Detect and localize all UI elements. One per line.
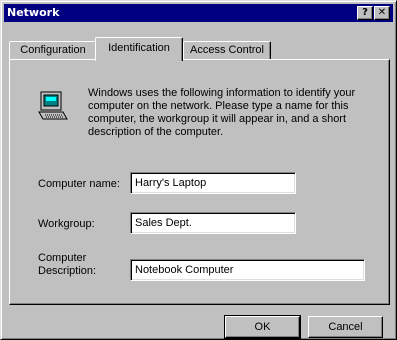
close-button[interactable]: ✕ — [374, 6, 390, 20]
description-input[interactable] — [130, 259, 365, 281]
title-bar[interactable]: Network ? ✕ — [4, 4, 393, 22]
cancel-button[interactable]: Cancel — [308, 316, 383, 338]
description-label: Computer Description: — [38, 252, 96, 278]
window-title: Network — [7, 6, 60, 19]
help-button[interactable]: ? — [357, 6, 373, 20]
computer-name-label: Computer name: — [38, 178, 120, 190]
description-label-line2: Description: — [38, 265, 97, 277]
workgroup-input[interactable] — [130, 212, 296, 234]
description-label-line1: Computer — [38, 252, 87, 264]
computer-name-input[interactable] — [130, 172, 296, 194]
workgroup-label: Workgroup: — [38, 218, 95, 230]
computer-icon — [38, 91, 68, 120]
network-dialog: Network ? ✕ Configuration Identification… — [0, 0, 397, 340]
tab-identification[interactable]: Identification — [95, 37, 183, 61]
ok-button[interactable]: OK — [224, 315, 301, 339]
identification-info-text: Windows uses the following information t… — [88, 87, 356, 138]
tab-access-control[interactable]: Access Control — [183, 41, 271, 59]
tab-configuration[interactable]: Configuration — [9, 41, 97, 59]
